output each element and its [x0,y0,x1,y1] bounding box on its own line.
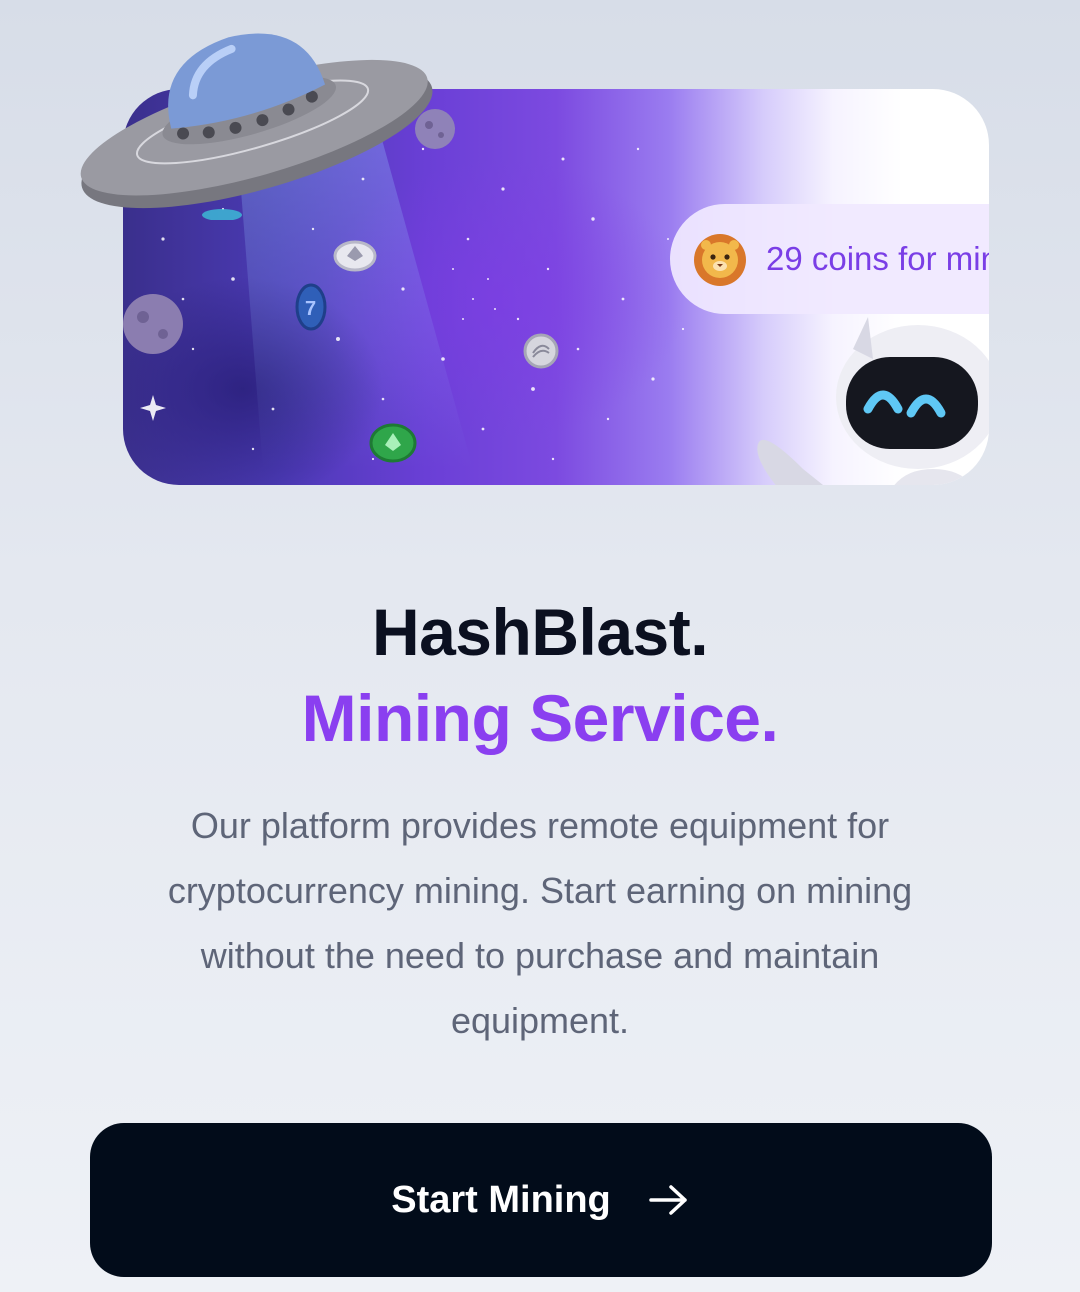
coins-badge: 29 coins for mining [670,204,989,314]
robot-mascot [757,317,989,485]
description-text: Our platform provides remote equipment f… [167,805,913,1041]
headline-tagline: Mining Service. [301,681,779,755]
start-mining-button-label: Start Mining [391,1178,611,1221]
start-mining-button[interactable]: Start Mining [90,1123,992,1277]
arrow-right-icon [649,1185,687,1215]
ufo-icon [80,33,433,220]
lion-icon [694,234,746,286]
headline-brand: HashBlast. [371,595,709,669]
coins-badge-label: 29 coins for mining [766,240,989,277]
svg-text:7: 7 [305,298,316,320]
